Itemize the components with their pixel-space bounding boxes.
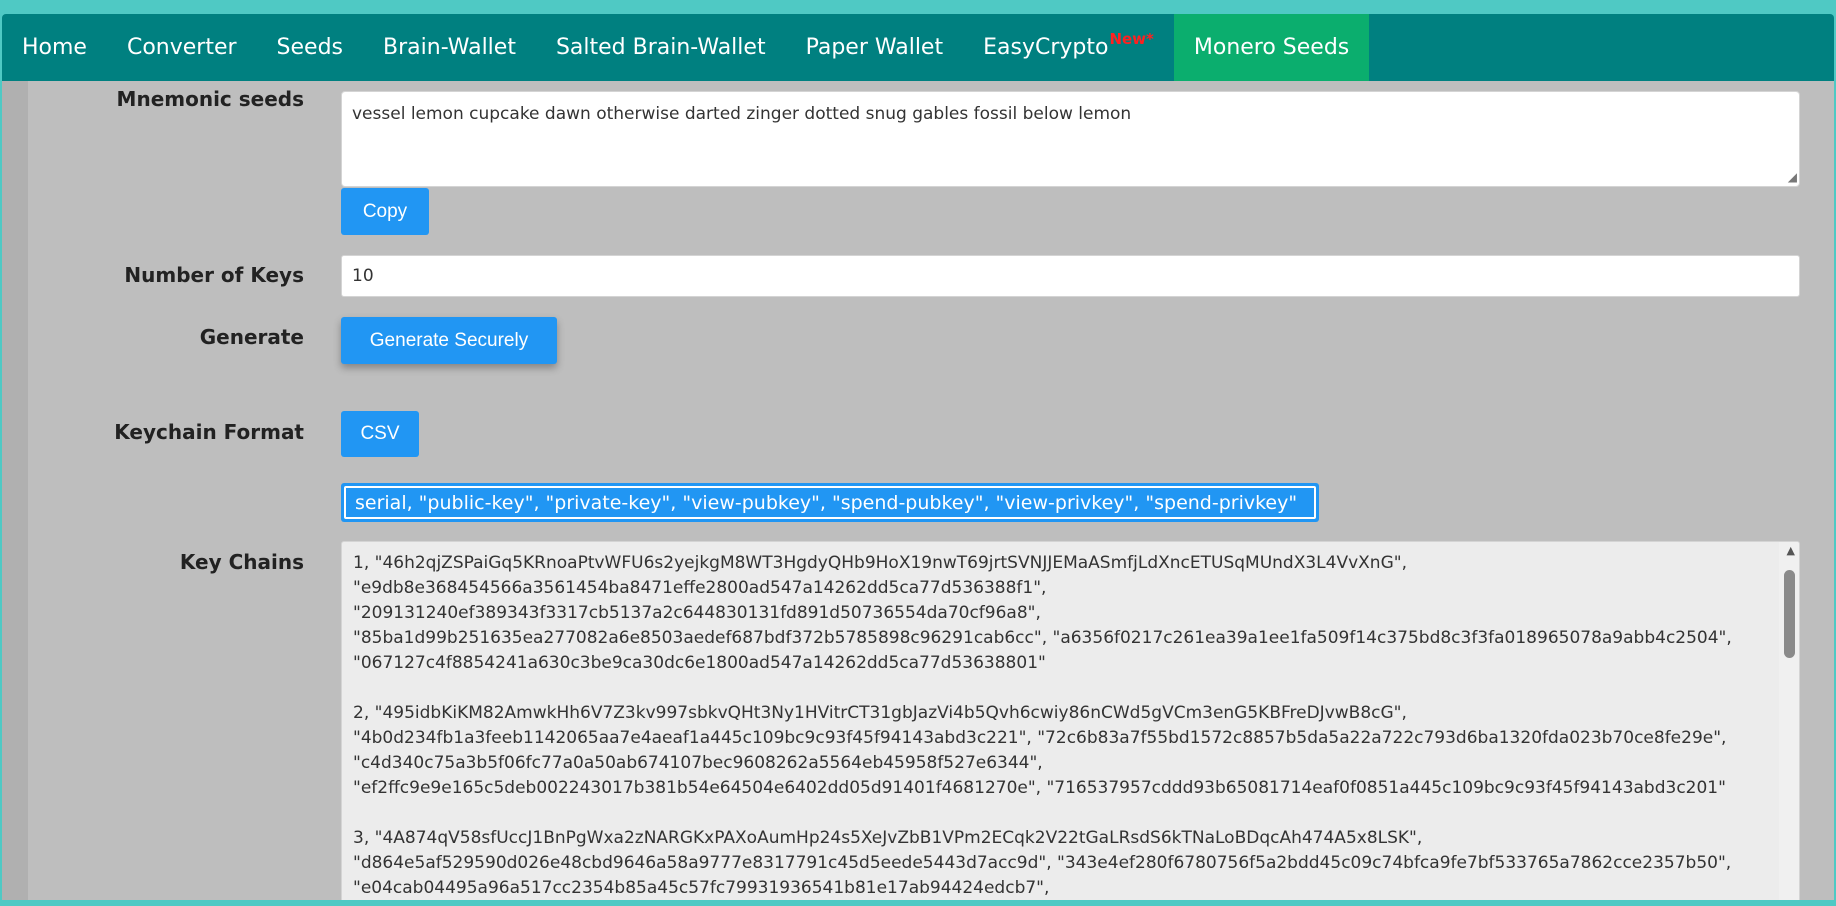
panel-left-edge <box>2 81 28 900</box>
nav-seeds[interactable]: Seeds <box>257 14 363 81</box>
browser-bottom-edge <box>0 900 1836 906</box>
nav-salted-brain-wallet[interactable]: Salted Brain-Wallet <box>536 14 786 81</box>
csv-columns-text: serial, "public-key", "private-key", "vi… <box>344 486 1316 519</box>
mnemonic-textarea[interactable]: vessel lemon cupcake dawn otherwise dart… <box>341 91 1800 187</box>
nav-easycrypto-label: EasyCrypto <box>983 35 1109 60</box>
nav-converter[interactable]: Converter <box>107 14 257 81</box>
browser-edge <box>0 0 1836 14</box>
key-chains-label: Key Chains <box>179 550 304 574</box>
csv-format-button[interactable]: CSV <box>341 411 419 457</box>
key-chain-entry: 1, "46h2qjZSPaiGq5KRnoaPtvWFU6s2yejkgM8W… <box>353 551 1773 676</box>
key-chain-line: "ef2ffc9e9e165c5deb002243017b381b54e6450… <box>353 778 1726 798</box>
key-chain-entry: 2, "495idbKiKM82AmwkHh6V7Z3kv997sbkvQHt3… <box>353 701 1773 801</box>
mnemonic-label: Mnemonic seeds <box>116 87 304 111</box>
top-navbar: Home Converter Seeds Brain-Wallet Salted… <box>2 14 1834 81</box>
key-chain-line: "067127c4f8854241a630c3be9ca30dc6e1800ad… <box>353 653 1046 673</box>
csv-columns-button[interactable]: serial, "public-key", "private-key", "vi… <box>341 483 1319 522</box>
keychain-format-label: Keychain Format <box>114 420 304 444</box>
generate-securely-button[interactable]: Generate Securely <box>341 317 557 364</box>
key-chains-textarea[interactable]: 1, "46h2qjZSPaiGq5KRnoaPtvWFU6s2yejkgM8W… <box>341 541 1800 900</box>
key-chain-line: "d864e5af529590d026e48cbd9646a58a9777e83… <box>353 853 1732 873</box>
generate-label: Generate <box>199 325 304 349</box>
key-chain-line: "c4d340c75a3b5f06fc77a0a50ab674107bec960… <box>353 753 1043 773</box>
main-panel: Mnemonic seeds vessel lemon cupcake dawn… <box>2 81 1834 900</box>
key-chain-line: "209131240ef389343f3317cb5137a2c64483013… <box>353 603 1041 623</box>
key-chain-line: "e04cab04495a96a517cc2354b85a45c57fc7993… <box>353 878 1050 898</box>
nav-brain-wallet[interactable]: Brain-Wallet <box>363 14 536 81</box>
key-chain-line: 3, "4A874qV58sfUccJ1BnPgWxa2zNARGKxPAXoA… <box>353 828 1423 848</box>
nav-home[interactable]: Home <box>2 14 107 81</box>
key-chain-entry: 3, "4A874qV58sfUccJ1BnPgWxa2zNARGKxPAXoA… <box>353 826 1773 900</box>
number-of-keys-input[interactable]: 10 <box>341 255 1800 297</box>
key-chain-line: "4b0d234fb1a3feeb1142065aa7e4aeaf1a445c1… <box>353 728 1727 748</box>
nav-paper-wallet[interactable]: Paper Wallet <box>786 14 964 81</box>
resize-handle-icon[interactable]: ◢ <box>1788 170 1797 184</box>
new-badge: New* <box>1109 29 1154 48</box>
nav-monero-seeds[interactable]: Monero Seeds <box>1173 14 1370 81</box>
key-chain-line: "e9db8e368454566a3561454ba8471effe2800ad… <box>353 578 1047 598</box>
scroll-up-icon[interactable]: ▲ <box>1787 544 1795 557</box>
key-chain-line: "85ba1d99b251635ea277082a6e8503aedef687b… <box>353 628 1732 648</box>
mnemonic-text: vessel lemon cupcake dawn otherwise dart… <box>352 104 1132 124</box>
numkeys-label: Number of Keys <box>124 263 304 287</box>
key-chains-scrollbar[interactable]: ▲ <box>1779 542 1799 900</box>
scrollbar-thumb[interactable] <box>1784 570 1795 658</box>
nav-easycrypto[interactable]: EasyCrypto New* <box>963 14 1174 81</box>
key-chain-line: 2, "495idbKiKM82AmwkHh6V7Z3kv997sbkvQHt3… <box>353 703 1407 723</box>
key-chains-content: 1, "46h2qjZSPaiGq5KRnoaPtvWFU6s2yejkgM8W… <box>353 551 1773 900</box>
copy-button[interactable]: Copy <box>341 188 429 235</box>
key-chain-line: 1, "46h2qjZSPaiGq5KRnoaPtvWFU6s2yejkgM8W… <box>353 553 1407 573</box>
